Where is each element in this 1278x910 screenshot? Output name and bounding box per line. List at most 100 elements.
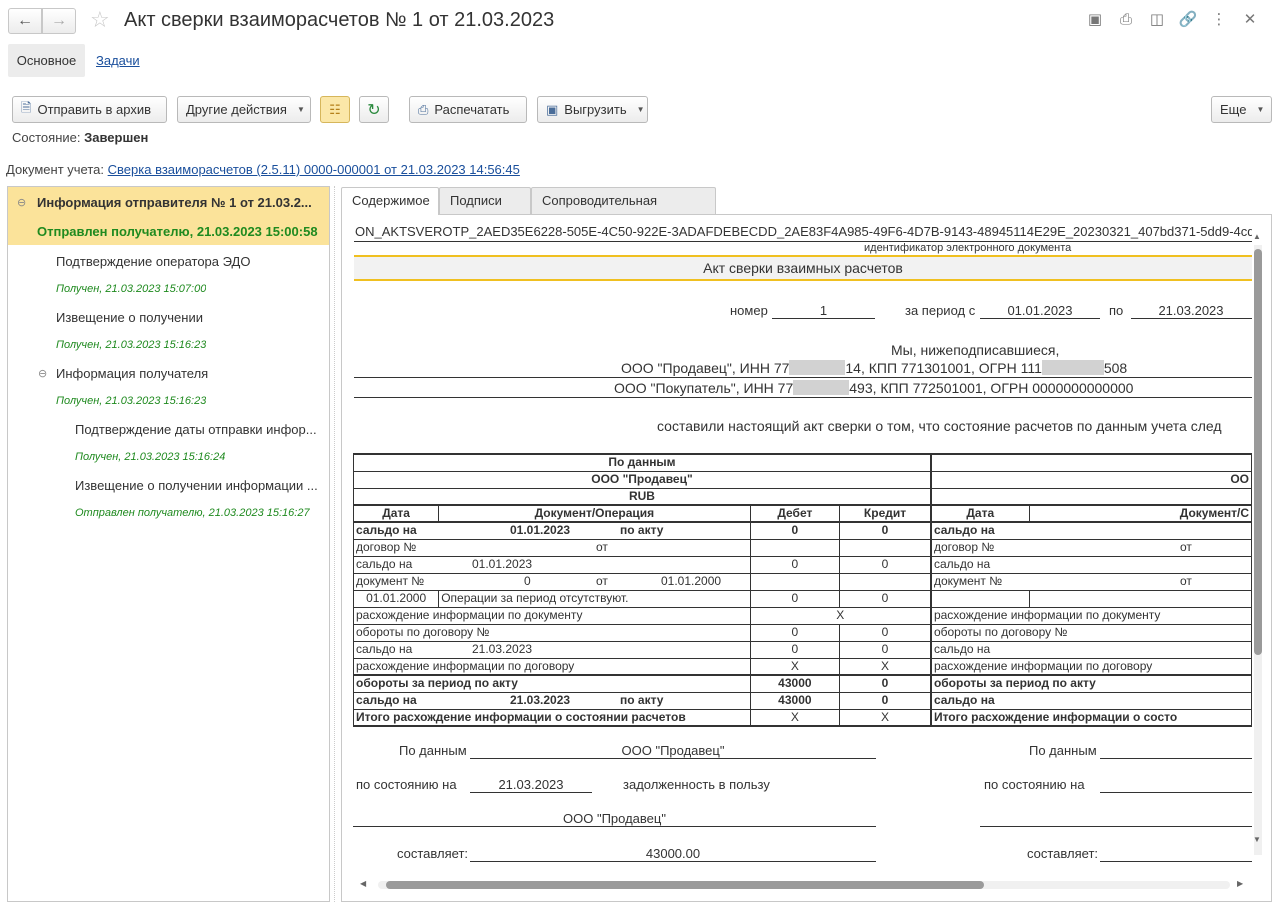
caret-down-icon: ▼	[296, 105, 305, 114]
empty-cell	[839, 572, 932, 591]
contract-cell-right: договор № от	[929, 538, 1252, 557]
tree-item-status: Получен, 21.03.2023 15:16:23	[56, 395, 207, 407]
tab-tasks[interactable]: Задачи	[96, 53, 140, 68]
as-of-date: 21.03.2023	[498, 777, 564, 792]
table-row: сальдо на 21.03.2023 по акту 43000 0 сал…	[353, 691, 1252, 710]
preview-icon[interactable]: ◫	[1147, 10, 1167, 30]
arrow-left-icon: ←	[17, 12, 33, 29]
table-row: сальдо на 21.03.2023 0 0 сальдо на	[353, 640, 1252, 659]
statement-text: составили настоящий акт сверки о том, чт…	[657, 418, 1222, 434]
number-label: номер	[730, 303, 768, 318]
horizontal-scrollbar[interactable]	[378, 881, 1230, 889]
saldo-end-date: 21.03.2023	[472, 642, 533, 656]
debit-value: 0	[749, 521, 841, 540]
state-value: Завершен	[84, 130, 149, 145]
tree-item-send-date-confirmation[interactable]: Подтверждение даты отправки инфор...	[75, 422, 325, 437]
more-vertical-icon[interactable]: ⋮	[1209, 10, 1229, 30]
underline	[354, 397, 1252, 398]
panel-splitter[interactable]	[334, 186, 335, 902]
saldo-label-right: сальдо на	[929, 555, 1252, 574]
tab-main[interactable]: Основное	[8, 44, 85, 77]
debit-mark: X	[749, 708, 841, 727]
document-state: Состояние: Завершен	[12, 130, 148, 145]
document-page: ON_AKTSVEROTP_2AED35E6228-505E-4C50-922E…	[342, 215, 1252, 875]
accounting-document-link[interactable]: Сверка взаиморасчетов (2.5.11) 0000-0000…	[108, 162, 520, 177]
document-label: документ №	[356, 574, 425, 588]
tree-item-operator-confirmation[interactable]: Подтверждение оператора ЭДО	[56, 254, 250, 269]
save-icon[interactable]: ▣	[1085, 10, 1105, 30]
debit-value: 0	[749, 640, 841, 659]
refresh-button[interactable]: ↻	[359, 96, 389, 123]
credit-value: 0	[839, 521, 932, 540]
tree-item-info-receipt-notice[interactable]: Извещение о получении информации ...	[75, 478, 325, 493]
vertical-scroll-thumb[interactable]	[1254, 249, 1262, 655]
scroll-left-icon[interactable]: ◀	[360, 879, 366, 888]
underline	[470, 861, 876, 862]
scroll-up-icon[interactable]: ▲	[1253, 232, 1261, 241]
scroll-right-icon[interactable]: ▶	[1237, 879, 1243, 888]
table-row: договор № от договор № от	[353, 538, 1252, 557]
header-by-data: По данным	[352, 453, 932, 472]
accounting-document: Документ учета: Сверка взаиморасчетов (2…	[6, 162, 520, 177]
collapse-icon[interactable]: ⊖	[17, 196, 26, 209]
underline	[772, 318, 875, 319]
debit-value: 0	[749, 555, 841, 574]
tab-signatures[interactable]: Подписи (2)	[439, 187, 531, 234]
from-label: от	[596, 540, 608, 554]
tree-item-status: Получен, 21.03.2023 15:07:00	[56, 283, 207, 295]
header-company-right: ОО	[929, 470, 1252, 489]
seller-part-2: 14, КПП 771301001, ОГРН 111	[845, 360, 1042, 376]
contract-label: договор №	[356, 540, 417, 554]
vertical-scrollbar[interactable]	[1254, 245, 1262, 855]
more-button[interactable]: Еще ▼	[1211, 96, 1272, 123]
close-icon[interactable]: ✕	[1240, 10, 1260, 30]
collapse-icon[interactable]: ⊖	[38, 367, 47, 380]
scroll-down-icon[interactable]: ▼	[1253, 835, 1261, 844]
favorite-star-icon[interactable]: ☆	[90, 7, 110, 33]
debit-value: 43000	[749, 674, 841, 693]
redacted-block	[793, 380, 850, 395]
footer-company: ООО "Продавец"	[621, 743, 725, 758]
table-row: сальдо на 01.01.2023 0 0 сальдо на	[353, 555, 1252, 574]
tree-item-status: Получен, 21.03.2023 15:16:23	[56, 339, 207, 351]
tab-content[interactable]: Содержимое	[341, 187, 439, 215]
forward-button[interactable]: →	[42, 8, 76, 34]
empty-cell	[839, 538, 932, 557]
turnover-contract-label-right: обороты по договору №	[929, 623, 1252, 642]
period-to-label: по	[1109, 303, 1124, 318]
footer-by-data-label: По данным	[399, 743, 467, 758]
tree-root-title[interactable]: Информация отправителя № 1 от 21.03.2...	[37, 195, 327, 210]
debit-value: 0	[749, 589, 841, 608]
send-to-archive-button[interactable]: 🗎 Отправить в архив	[12, 96, 167, 123]
underline	[354, 377, 1252, 378]
link-icon[interactable]: 🔗	[1178, 10, 1198, 30]
saldo-date: 01.01.2023	[510, 523, 571, 538]
tree-item-receipt-notice[interactable]: Извещение о получении	[56, 310, 203, 325]
col-date-right: Дата	[929, 504, 1030, 523]
other-actions-button[interactable]: Другие действия ▼	[177, 96, 311, 123]
caret-down-icon: ▼	[636, 105, 645, 114]
tree-item-recipient-info[interactable]: Информация получателя	[56, 366, 208, 381]
operation-date: 01.01.2000	[352, 589, 440, 608]
disk-icon: ▣	[546, 101, 559, 117]
saldo-cell: сальдо на 01.01.2023	[353, 555, 751, 574]
saldo-label-right: сальдо на	[929, 640, 1252, 659]
horizontal-scroll-thumb[interactable]	[386, 881, 984, 889]
document-cell: документ № 0 от 01.01.2000	[353, 572, 751, 591]
tab-cover-note[interactable]: Сопроводительная записка	[531, 187, 716, 234]
tree-view-toggle-button[interactable]: ☷	[320, 96, 350, 123]
saldo-label: сальдо на	[356, 523, 417, 538]
as-of-label-right: по состоянию на	[984, 777, 1085, 792]
print-icon[interactable]: ⎙	[1116, 10, 1136, 30]
back-button[interactable]: ←	[8, 8, 42, 34]
reconciliation-table: По данным ООО "Продавец" ОО RUB Дата Док…	[352, 453, 1252, 727]
credit-mark: X	[839, 708, 932, 727]
debt-in-favor-label: задолженность в пользу	[623, 777, 770, 792]
print-button[interactable]: ⎙ Распечатать	[409, 96, 527, 123]
saldo-label: сальдо на	[356, 557, 413, 571]
table-row: сальдо на 01.01.2023 по акту 0 0 сальдо …	[353, 521, 1252, 540]
document-number: 0	[524, 574, 531, 588]
saldo-act: по акту	[620, 693, 664, 707]
export-button[interactable]: ▣ Выгрузить ▼	[537, 96, 648, 123]
period-from-label: за период с	[905, 303, 976, 318]
